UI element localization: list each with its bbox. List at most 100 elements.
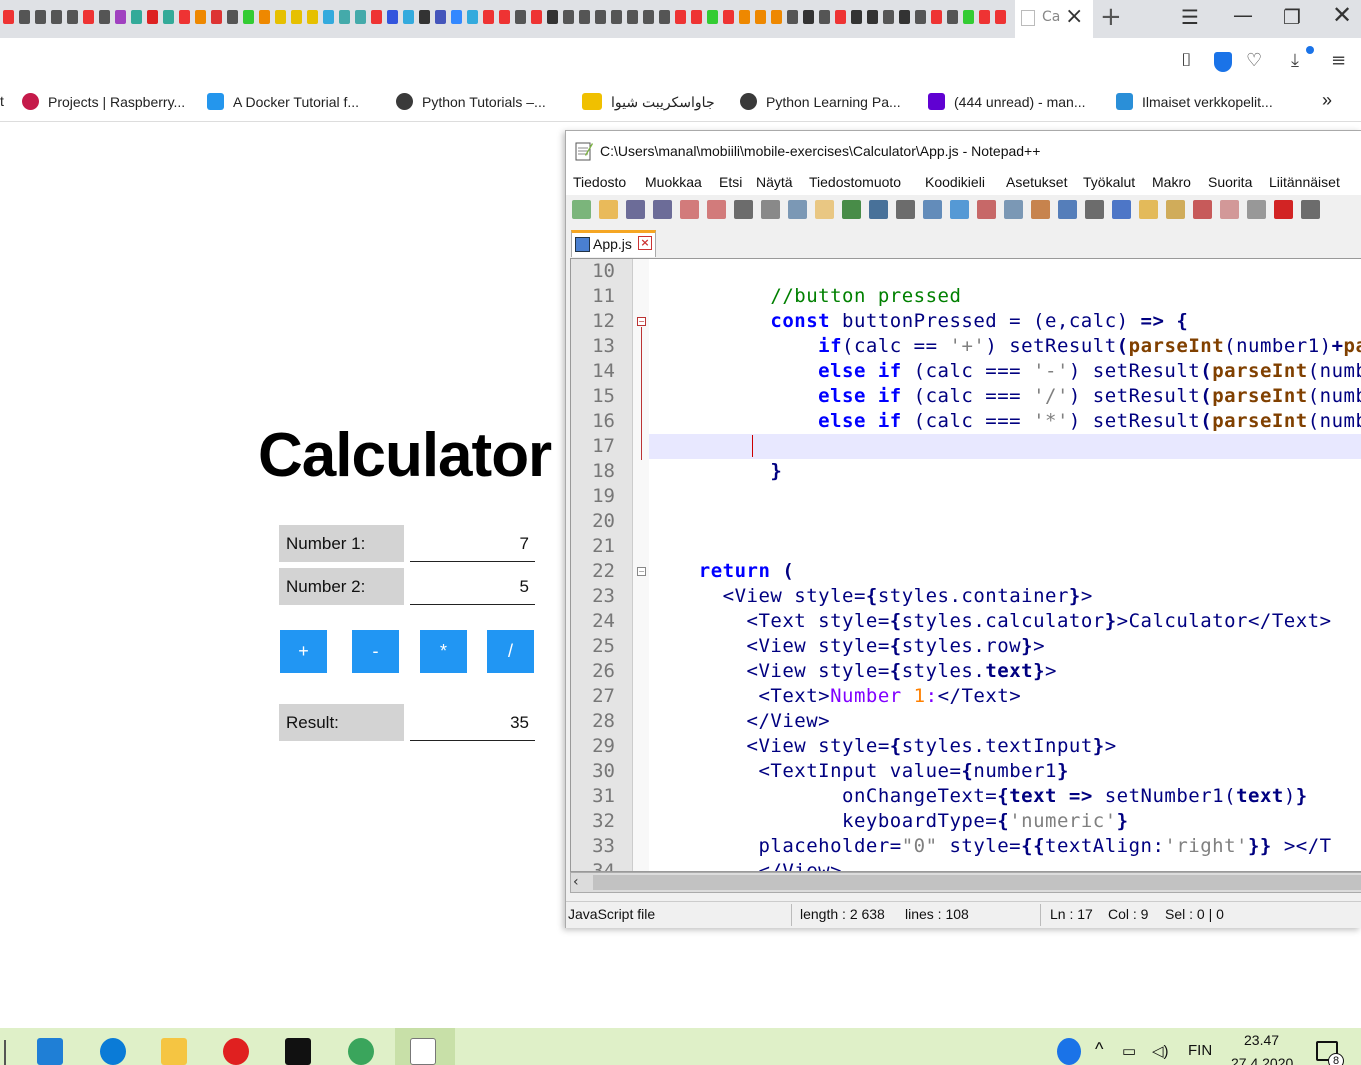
divide-button[interactable]: /	[487, 630, 534, 673]
pinned-tab-favicon-icon[interactable]	[115, 10, 126, 24]
pinned-tab-favicon-icon[interactable]	[499, 10, 510, 24]
close-tab-icon[interactable]: ×	[638, 236, 652, 250]
pinned-tab-favicon-icon[interactable]	[899, 10, 910, 24]
minimize-icon[interactable]: —	[1233, 2, 1253, 28]
pinned-tab-favicon-icon[interactable]	[579, 10, 590, 24]
pinned-tab-favicon-icon[interactable]	[915, 10, 926, 24]
toolbar-button-icon[interactable]	[734, 200, 753, 219]
pinned-tab-favicon-icon[interactable]	[851, 10, 862, 24]
npp-title-bar[interactable]: C:\Users\manal\mobiili\mobile-exercises\…	[566, 131, 1361, 171]
menu-settings[interactable]: Asetukset	[1006, 174, 1067, 190]
toolbar-button-icon[interactable]	[788, 200, 807, 219]
pinned-tab-favicon-icon[interactable]	[755, 10, 766, 24]
toolbar-button-icon[interactable]	[572, 200, 591, 219]
toolbar-button-icon[interactable]	[815, 200, 834, 219]
pinned-tab-favicon-icon[interactable]	[339, 10, 350, 24]
pinned-tab-favicon-icon[interactable]	[963, 10, 974, 24]
pinned-tab-favicon-icon[interactable]	[483, 10, 494, 24]
pinned-tab-favicon-icon[interactable]	[515, 10, 526, 24]
pinned-tabs[interactable]	[0, 0, 1015, 38]
store-icon[interactable]	[37, 1038, 63, 1065]
menu-run[interactable]: Suorita	[1208, 174, 1252, 190]
scroll-thumb[interactable]	[593, 875, 1361, 890]
pinned-tab-favicon-icon[interactable]	[467, 10, 478, 24]
download-icon[interactable]: ⤓	[1291, 50, 1299, 71]
number2-input[interactable]: 5	[410, 568, 535, 605]
menu-language[interactable]: Koodikieli	[925, 174, 985, 190]
tab-menu-icon[interactable]: ☰	[1181, 4, 1199, 30]
bookmark-item[interactable]: Python Tutorials –...	[396, 93, 546, 110]
toolbar-button-icon[interactable]	[626, 200, 645, 219]
toolbar-button-icon[interactable]	[1112, 200, 1131, 219]
file-explorer-icon[interactable]	[161, 1038, 187, 1065]
toolbar-button-icon[interactable]	[923, 200, 942, 219]
clock-time[interactable]: 23.47	[1244, 1032, 1279, 1048]
pinned-tab-favicon-icon[interactable]	[643, 10, 654, 24]
file-tab-appjs[interactable]: App.js ×	[571, 230, 656, 257]
clock-date[interactable]: 27.4.2020	[1231, 1055, 1293, 1065]
bookmark-item[interactable]: Ilmaiset verkkopelit...	[1116, 93, 1273, 110]
maps-app-icon[interactable]	[348, 1038, 374, 1065]
toolbar-button-icon[interactable]	[842, 200, 861, 219]
toolbar-button-icon[interactable]	[1274, 200, 1293, 219]
pinned-tab-favicon-icon[interactable]	[19, 10, 30, 24]
bookmark-item[interactable]: (444 unread) - man...	[928, 93, 1086, 110]
restore-icon[interactable]: ❐	[1283, 4, 1301, 30]
bookmark-item[interactable]: t	[0, 93, 4, 109]
pinned-tab-favicon-icon[interactable]	[979, 10, 990, 24]
pinned-tab-favicon-icon[interactable]	[451, 10, 462, 24]
toolbar-button-icon[interactable]	[707, 200, 726, 219]
menu-tools[interactable]: Työkalut	[1083, 174, 1135, 190]
pinned-tab-favicon-icon[interactable]	[611, 10, 622, 24]
camera-icon[interactable]: ⌷	[1181, 50, 1192, 71]
pinned-tab-favicon-icon[interactable]	[707, 10, 718, 24]
menu-encoding[interactable]: Tiedostomuoto	[809, 174, 901, 190]
bookmark-item[interactable]: A Docker Tutorial f...	[207, 93, 359, 110]
pinned-tab-favicon-icon[interactable]	[867, 10, 878, 24]
pinned-tab-favicon-icon[interactable]	[99, 10, 110, 24]
pinned-tab-favicon-icon[interactable]	[179, 10, 190, 24]
pinned-tab-favicon-icon[interactable]	[275, 10, 286, 24]
toolbar-button-icon[interactable]	[1139, 200, 1158, 219]
toolbar-button-icon[interactable]	[1247, 200, 1266, 219]
new-tab-button[interactable]: +	[1100, 2, 1122, 32]
pinned-tab-favicon-icon[interactable]	[547, 10, 558, 24]
toolbar-button-icon[interactable]	[761, 200, 780, 219]
pinned-tab-favicon-icon[interactable]	[83, 10, 94, 24]
pinned-tab-favicon-icon[interactable]	[387, 10, 398, 24]
edge-icon[interactable]	[100, 1038, 126, 1065]
close-tab-icon[interactable]: ×	[1065, 4, 1083, 30]
pinned-tab-favicon-icon[interactable]	[371, 10, 382, 24]
pinned-tab-favicon-icon[interactable]	[147, 10, 158, 24]
pinned-tab-favicon-icon[interactable]	[211, 10, 222, 24]
settings-sliders-icon[interactable]: ≡	[1331, 50, 1346, 71]
toolbar-button-icon[interactable]	[1004, 200, 1023, 219]
toolbar-button-icon[interactable]	[1166, 200, 1185, 219]
pinned-tab-favicon-icon[interactable]	[659, 10, 670, 24]
volume-icon[interactable]: ◁)	[1152, 1042, 1169, 1060]
close-window-icon[interactable]: ✕	[1332, 2, 1352, 28]
pinned-tab-favicon-icon[interactable]	[3, 10, 14, 24]
toolbar-button-icon[interactable]	[680, 200, 699, 219]
pinned-tab-favicon-icon[interactable]	[675, 10, 686, 24]
pinned-tab-favicon-icon[interactable]	[595, 10, 606, 24]
pinned-tab-favicon-icon[interactable]	[723, 10, 734, 24]
fold-marker-icon[interactable]: −	[637, 317, 646, 326]
pinned-tab-favicon-icon[interactable]	[355, 10, 366, 24]
pinned-tab-favicon-icon[interactable]	[259, 10, 270, 24]
pinned-tab-favicon-icon[interactable]	[531, 10, 542, 24]
pinned-tab-favicon-icon[interactable]	[163, 10, 174, 24]
menu-macro[interactable]: Makro	[1152, 174, 1191, 190]
pinned-tab-favicon-icon[interactable]	[995, 10, 1006, 24]
pinned-tab-favicon-icon[interactable]	[835, 10, 846, 24]
vpn-shield-icon[interactable]	[1214, 52, 1232, 72]
menu-view[interactable]: Näytä	[756, 174, 793, 190]
pinned-tab-favicon-icon[interactable]	[323, 10, 334, 24]
chevron-up-icon[interactable]: ^	[1095, 1039, 1103, 1060]
pinned-tab-favicon-icon[interactable]	[307, 10, 318, 24]
terminal-icon[interactable]	[285, 1038, 311, 1065]
active-browser-tab[interactable]: Ca ×	[1015, 0, 1093, 38]
toolbar-button-icon[interactable]	[1085, 200, 1104, 219]
heart-icon[interactable]: ♡	[1246, 50, 1262, 71]
menu-file[interactable]: Tiedosto	[573, 174, 626, 190]
